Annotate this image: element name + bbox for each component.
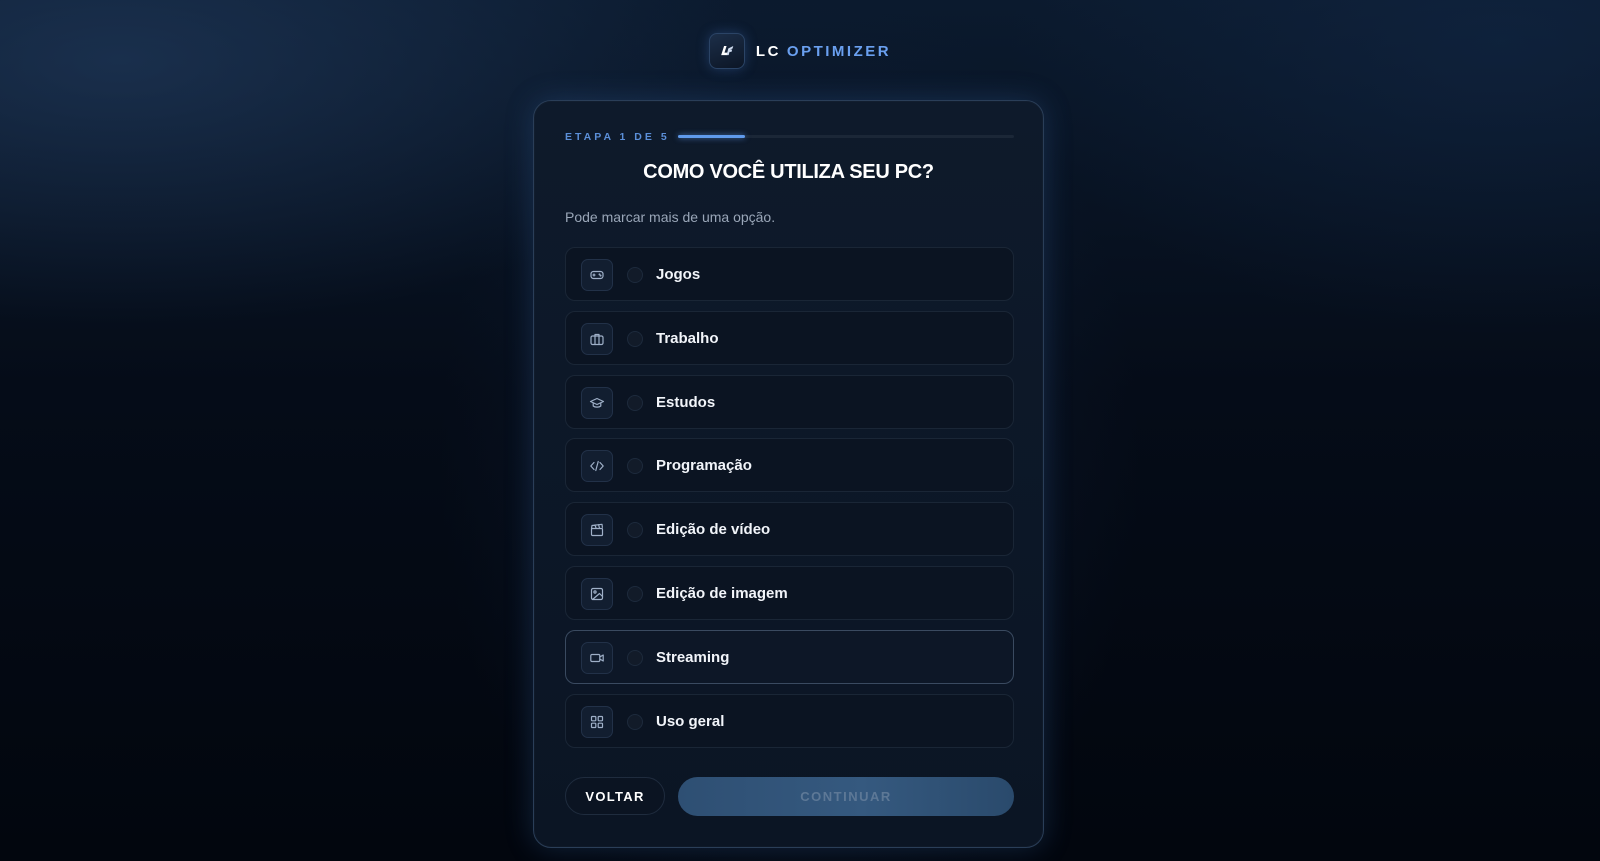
option-label: Edição de imagem [656,584,788,602]
option-label: Streaming [656,648,730,666]
option-label: Trabalho [656,329,719,347]
option-checkbox[interactable] [627,585,643,602]
option-trabalho[interactable]: Trabalho [565,310,1014,365]
brand-name: LC OPTIMIZER [756,43,891,60]
option-checkbox[interactable] [627,522,643,539]
option-checkbox[interactable] [627,267,643,283]
option-label: Jogos [656,266,701,283]
gamepad-icon [581,259,613,291]
grid-icon [581,705,613,738]
lc-logo-icon [708,33,745,69]
step-label: ETAPA 1 DE 5 [565,131,670,143]
briefcase-icon [581,322,613,355]
brand-prefix: LC [755,42,781,60]
clapperboard-icon [581,514,613,547]
progress-fill [678,135,746,138]
option-estudos[interactable]: Estudos [565,374,1014,429]
option-checkbox[interactable] [627,394,643,411]
option-streaming[interactable]: Streaming [565,629,1014,684]
option-edicao-imagem[interactable]: Edição de imagem [565,565,1014,620]
option-label: Estudos [656,393,716,411]
option-label: Programação [656,457,752,475]
page-subtitle: Pode marcar mais de uma opção. [565,209,776,225]
usage-options-list: Jogos Trabalho Estudos Programação Ediçã… [565,247,1014,757]
page-title: COMO VOCÊ UTILIZA SEU PC? [643,161,934,183]
onboarding-card: ETAPA 1 DE 5 COMO VOCÊ UTILIZA SEU PC? P… [533,100,1044,848]
option-programacao[interactable]: Programação [565,438,1014,493]
brand-header: LC OPTIMIZER [0,33,1600,69]
step-progress: ETAPA 1 DE 5 [565,131,1014,143]
option-label: Uso geral [656,712,725,730]
back-button[interactable]: VOLTAR [565,777,665,815]
video-camera-icon [581,641,613,674]
progress-track [678,135,1014,138]
option-checkbox[interactable] [627,458,643,475]
option-jogos[interactable]: Jogos [565,247,1014,301]
image-icon [581,577,613,610]
option-edicao-video[interactable]: Edição de vídeo [565,502,1014,557]
option-checkbox[interactable] [627,649,643,666]
code-icon [581,450,613,483]
graduation-cap-icon [581,386,613,419]
brand-product: OPTIMIZER [786,42,892,60]
option-checkbox[interactable] [627,330,643,347]
continue-button[interactable]: CONTINUAR [678,777,1014,816]
option-uso-geral[interactable]: Uso geral [565,693,1014,748]
option-label: Edição de vídeo [656,521,771,539]
option-checkbox[interactable] [627,713,643,730]
